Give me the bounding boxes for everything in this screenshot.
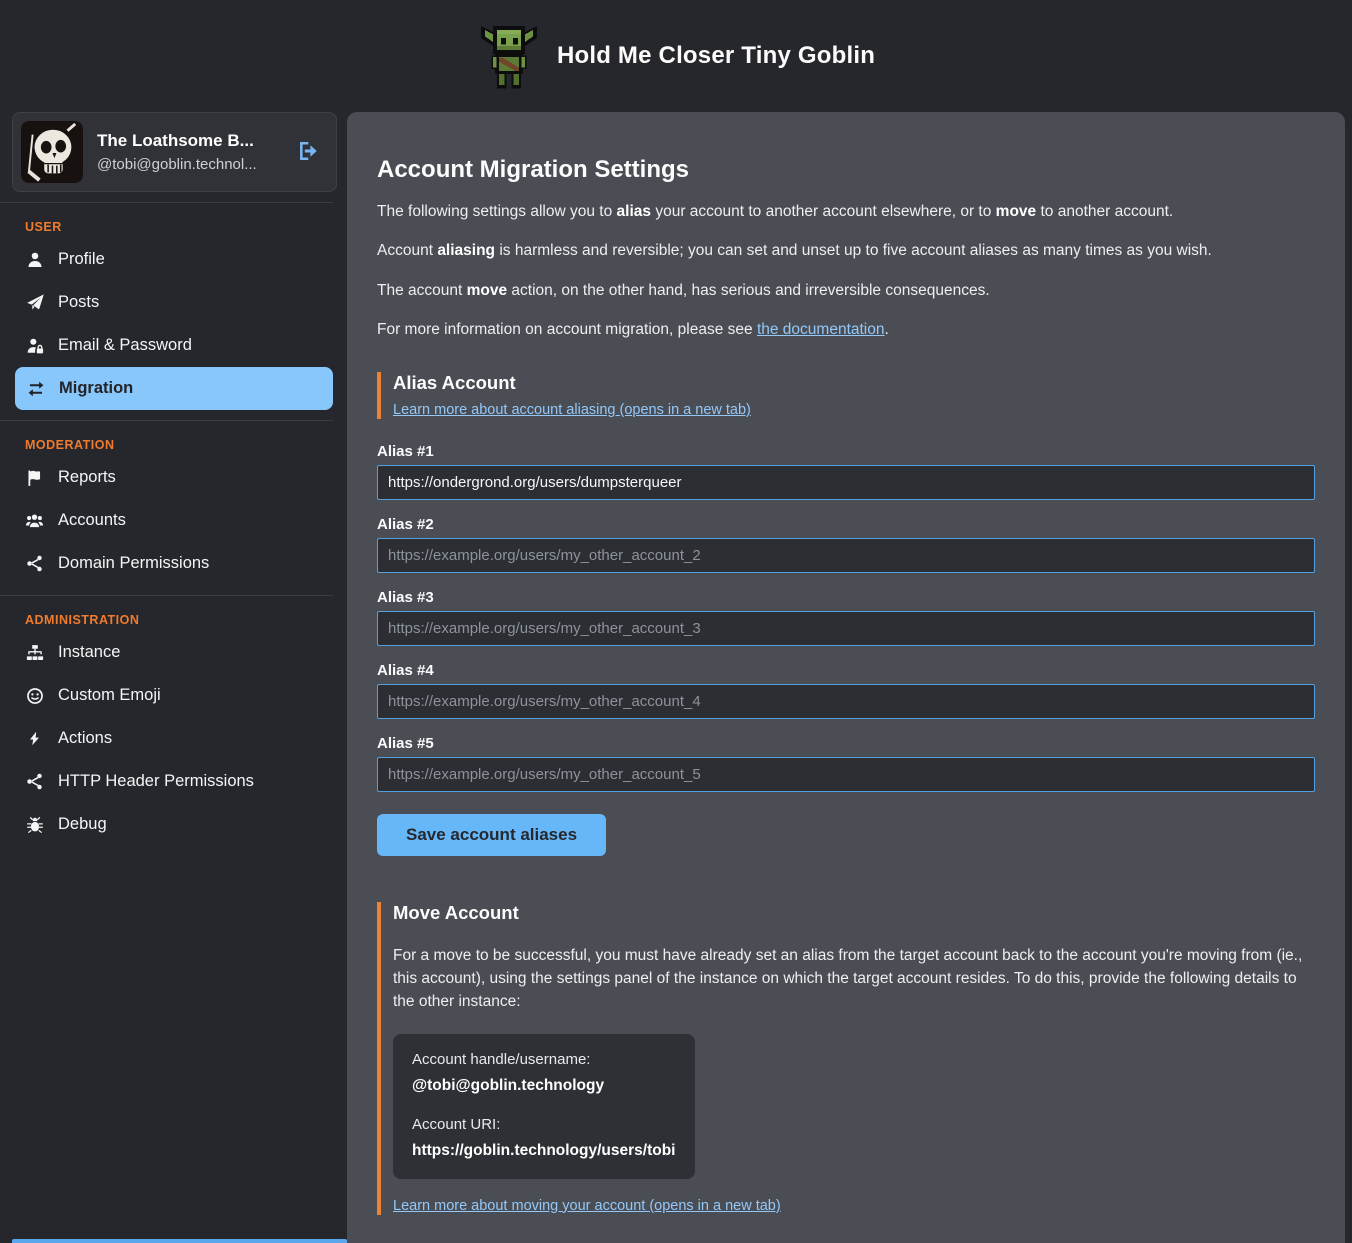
flag-icon	[25, 469, 44, 487]
intro-paragraph-3: The account move action, on the other ha…	[377, 280, 1315, 302]
alias-2-label: Alias #2	[377, 516, 1315, 533]
alias-3-input[interactable]	[377, 611, 1315, 646]
sidebar-item-custom-emoji[interactable]: Custom Emoji	[0, 674, 347, 717]
user-card[interactable]: The Loathsome B... @tobi@goblin.technol.…	[12, 112, 337, 192]
account-handle-label: Account handle/username:	[412, 1051, 676, 1068]
sidebar-item-label: Domain Permissions	[58, 554, 209, 573]
sidebar-item-label: HTTP Header Permissions	[58, 772, 254, 791]
user-lock-icon	[25, 337, 44, 355]
alias-4-input[interactable]	[377, 684, 1315, 719]
sidebar-item-label: Migration	[59, 379, 133, 398]
alias-1-input[interactable]	[377, 465, 1315, 500]
move-section-description: For a move to be successful, you must ha…	[393, 944, 1303, 1014]
sidebar-item-label: Custom Emoji	[58, 686, 161, 705]
move-account-section: Move Account For a move to be successful…	[377, 902, 1315, 1215]
main-panel: Account Migration Settings The following…	[347, 112, 1345, 1243]
user-meta: The Loathsome B... @tobi@goblin.technol.…	[97, 131, 282, 173]
documentation-link[interactable]: the documentation	[757, 321, 885, 338]
app-header: Hold Me Closer Tiny Goblin	[0, 0, 1352, 112]
app-root: Hold Me Closer Tiny Goblin	[0, 0, 1352, 1243]
account-uri-value: https://goblin.technology/users/tobi	[412, 1142, 676, 1160]
sidebar-item-posts[interactable]: Posts	[0, 281, 347, 324]
goblin-logo	[477, 21, 541, 91]
smiley-icon	[25, 687, 44, 705]
sidebar-item-http-header-permissions[interactable]: HTTP Header Permissions	[0, 760, 347, 803]
alias-5-input[interactable]	[377, 757, 1315, 792]
sidebar-item-domain-permissions[interactable]: Domain Permissions	[0, 542, 347, 585]
bolt-icon	[25, 730, 44, 748]
paper-plane-icon	[25, 294, 44, 312]
content-columns: The Loathsome B... @tobi@goblin.technol.…	[0, 112, 1352, 1243]
sidebar-item-label: Reports	[58, 468, 116, 487]
sidebar-item-label: Posts	[58, 293, 99, 312]
sidebar-item-migration[interactable]: Migration	[15, 367, 333, 410]
sidebar-item-instance[interactable]: Instance	[0, 631, 347, 674]
alias-section-header: Alias Account Learn more about account a…	[377, 372, 1315, 419]
sidebar-section-moderation: MODERATION	[25, 438, 347, 452]
sidebar-divider	[0, 595, 333, 596]
sidebar-item-label: Actions	[58, 729, 112, 748]
sidebar-item-email-password[interactable]: Email & Password	[0, 324, 347, 367]
users-icon	[25, 512, 44, 530]
alias-5-label: Alias #5	[377, 735, 1315, 752]
intro-text: The following settings allow you to alia…	[377, 201, 1315, 342]
intro-paragraph-2: Account aliasing is harmless and reversi…	[377, 240, 1315, 262]
sidebar-item-label: Email & Password	[58, 336, 192, 355]
page-title: Account Migration Settings	[377, 156, 1315, 184]
sidebar: The Loathsome B... @tobi@goblin.technol.…	[0, 112, 347, 1243]
avatar	[21, 121, 83, 183]
alias-2-input[interactable]	[377, 538, 1315, 573]
sidebar-divider	[0, 202, 333, 203]
logout-button[interactable]	[296, 139, 320, 166]
intro-paragraph-4: For more information on account migratio…	[377, 319, 1315, 341]
account-uri-pair: Account URI: https://goblin.technology/u…	[412, 1116, 676, 1160]
move-learn-more-link[interactable]: Learn more about moving your account (op…	[393, 1198, 781, 1214]
intro-paragraph-1: The following settings allow you to alia…	[377, 201, 1315, 223]
alias-3-label: Alias #3	[377, 589, 1315, 606]
account-handle-value: @tobi@goblin.technology	[412, 1077, 676, 1095]
sidebar-item-label: Profile	[58, 250, 105, 269]
share-nodes-icon	[25, 555, 44, 573]
user-handle: @tobi@goblin.technol...	[97, 156, 282, 173]
sidebar-divider	[0, 420, 333, 421]
sidebar-item-reports[interactable]: Reports	[0, 456, 347, 499]
sign-out-icon	[296, 139, 320, 163]
alias-learn-more-link[interactable]: Learn more about account aliasing (opens…	[393, 402, 751, 418]
alias-1-label: Alias #1	[377, 443, 1315, 460]
bug-icon	[25, 816, 44, 834]
sidebar-section-user: USER	[25, 220, 347, 234]
sidebar-item-accounts[interactable]: Accounts	[0, 499, 347, 542]
sitemap-icon	[25, 644, 44, 662]
account-uri-label: Account URI:	[412, 1116, 676, 1133]
sidebar-item-debug[interactable]: Debug	[0, 803, 347, 846]
alias-4-label: Alias #4	[377, 662, 1315, 679]
account-handle-pair: Account handle/username: @tobi@goblin.te…	[412, 1051, 676, 1095]
sidebar-section-administration: ADMINISTRATION	[25, 613, 347, 627]
alias-form: Alias #1 Alias #2 Alias #3 Alias #4 Alia…	[377, 443, 1315, 856]
share-nodes-icon	[25, 773, 44, 791]
sidebar-item-label: Instance	[58, 643, 120, 662]
user-icon	[25, 251, 44, 269]
move-section-title: Move Account	[393, 902, 1315, 924]
sidebar-item-actions[interactable]: Actions	[0, 717, 347, 760]
sidebar-item-profile[interactable]: Profile	[0, 238, 347, 281]
sidebar-footer-strip	[12, 1239, 347, 1243]
transfer-arrows-icon	[26, 380, 45, 398]
sidebar-item-label: Debug	[58, 815, 107, 834]
save-account-aliases-button[interactable]: Save account aliases	[377, 814, 606, 856]
user-display-name: The Loathsome B...	[97, 131, 282, 151]
alias-section-title: Alias Account	[393, 372, 1315, 394]
app-title: Hold Me Closer Tiny Goblin	[557, 42, 875, 70]
account-details-box: Account handle/username: @tobi@goblin.te…	[393, 1034, 695, 1179]
sidebar-item-label: Accounts	[58, 511, 126, 530]
